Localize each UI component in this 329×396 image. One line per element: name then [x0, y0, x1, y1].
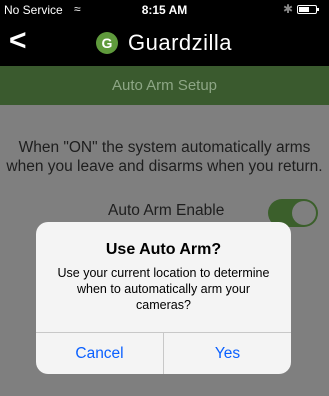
battery-icon: [297, 5, 319, 14]
page-title: Auto Arm Setup: [111, 77, 218, 94]
yes-button[interactable]: Yes: [163, 333, 291, 374]
dialog-title: Use Auto Arm?: [105, 241, 222, 258]
logo-mark: G: [96, 32, 118, 54]
status-time: 8:15 AM: [141, 3, 188, 17]
status-bar: No Service ≈ 8:15 AM ✱: [0, 0, 329, 20]
chevron-left-icon[interactable]: <: [9, 24, 27, 58]
toggle-knob: [292, 201, 316, 225]
page-title-bar: Auto Arm Setup: [0, 66, 329, 105]
dialog-message: Use your current location to determine w…: [57, 266, 270, 312]
app-name: Guardzilla: [128, 30, 233, 55]
dialog-actions: Cancel Yes: [36, 332, 291, 374]
auto-arm-enable-label: Auto Arm Enable: [108, 202, 225, 219]
app-logo: G Guardzilla: [96, 29, 232, 57]
auto-arm-description: When "ON" the system automatically arms …: [6, 139, 323, 175]
bluetooth-icon: ✱: [283, 2, 294, 16]
use-auto-arm-dialog: Use Auto Arm? Use your current location …: [36, 222, 291, 374]
nav-bar: < G Guardzilla: [0, 20, 329, 66]
cancel-button[interactable]: Cancel: [36, 333, 163, 374]
